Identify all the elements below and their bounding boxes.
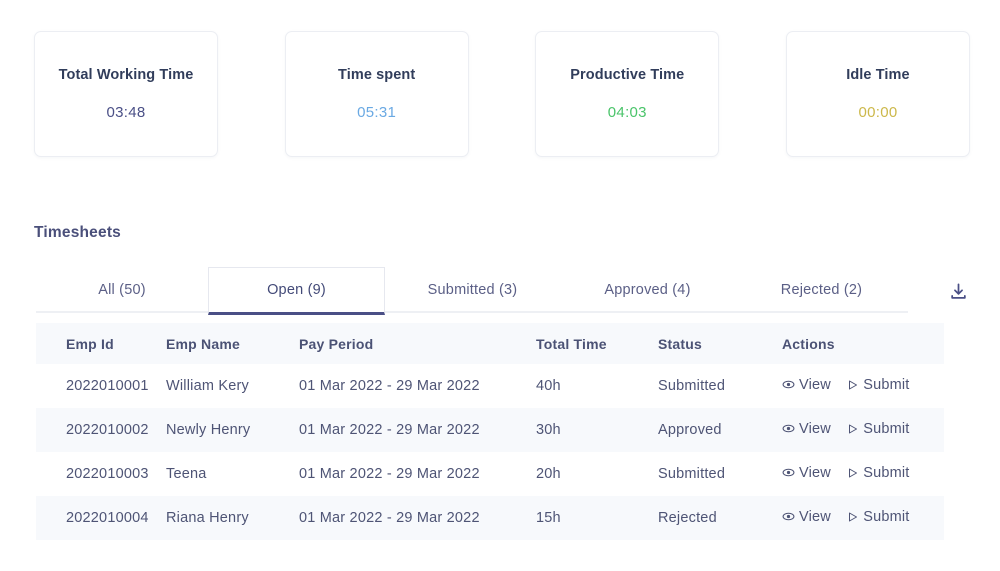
stat-card-title: Total Working Time: [58, 67, 194, 84]
download-icon: [950, 283, 966, 299]
submit-label: Submit: [863, 465, 910, 482]
submit-button[interactable]: Submit: [846, 509, 909, 525]
timesheet-dashboard: Total Working Time 03:48 Time spent 05:3…: [0, 0, 1000, 571]
tab-approved[interactable]: Approved (4): [560, 267, 735, 313]
cell-status: Rejected: [658, 510, 717, 526]
cell-status: Approved: [658, 422, 722, 438]
stat-card-value: 00:00: [858, 103, 898, 121]
cell-total-time: 30h: [536, 422, 561, 438]
tab-submitted[interactable]: Submitted (3): [385, 267, 560, 313]
table-row[interactable]: 2022010004 Riana Henry 01 Mar 2022 - 29 …: [36, 496, 944, 540]
cell-status: Submitted: [658, 466, 726, 482]
stat-card-productive-time: Productive Time 04:03: [535, 31, 720, 157]
cell-actions: View Submit: [782, 408, 944, 452]
cell-emp-id: 2022010004: [66, 510, 149, 526]
tab-all[interactable]: All (50): [36, 267, 208, 313]
tab-label: Open (9): [267, 282, 326, 298]
stat-card-title: Idle Time: [846, 67, 910, 84]
cell-emp-id: 2022010002: [66, 422, 149, 438]
cell-actions: View Submit: [782, 452, 944, 496]
cell-pay-period: 01 Mar 2022 - 29 Mar 2022: [299, 510, 480, 526]
timesheets-table: Emp Id Emp Name Pay Period Total Time St…: [36, 323, 944, 540]
send-icon: [846, 379, 859, 392]
tab-label: All (50): [98, 282, 146, 298]
tab-list: All (50) Open (9) Submitted (3) Approved…: [36, 267, 908, 315]
column-header-pay-period: Pay Period: [299, 335, 374, 352]
tab-label: Approved (4): [604, 282, 691, 298]
send-icon: [846, 511, 859, 524]
stat-card-value: 05:31: [357, 103, 397, 121]
view-button[interactable]: View: [782, 421, 831, 437]
tab-label: Submitted (3): [427, 282, 518, 298]
send-icon: [846, 467, 859, 480]
stat-card-idle-time: Idle Time 00:00: [785, 31, 970, 157]
cell-total-time: 40h: [536, 378, 561, 394]
stat-card-value: 04:03: [607, 103, 647, 121]
column-header-total-time: Total Time: [536, 335, 607, 352]
view-button[interactable]: View: [782, 377, 831, 393]
tab-bar: All (50) Open (9) Submitted (3) Approved…: [36, 267, 908, 315]
table-row[interactable]: 2022010003 Teena 01 Mar 2022 - 29 Mar 20…: [36, 452, 944, 496]
view-label: View: [799, 464, 831, 481]
submit-label: Submit: [863, 377, 910, 394]
eye-icon: [782, 510, 795, 523]
tab-rejected[interactable]: Rejected (2): [735, 267, 908, 313]
stat-card-value: 03:48: [106, 103, 146, 121]
send-icon: [846, 423, 859, 436]
cell-pay-period: 01 Mar 2022 - 29 Mar 2022: [299, 378, 480, 394]
submit-label: Submit: [863, 509, 910, 526]
cell-total-time: 20h: [536, 466, 561, 482]
page-title: Timesheets: [34, 224, 122, 241]
cell-emp-name: Riana Henry: [166, 510, 249, 526]
cell-actions: View Submit: [782, 364, 944, 408]
column-header-actions: Actions: [782, 335, 835, 352]
tab-open[interactable]: Open (9): [208, 267, 385, 315]
view-button[interactable]: View: [782, 509, 831, 525]
table-row[interactable]: 2022010002 Newly Henry 01 Mar 2022 - 29 …: [36, 408, 944, 452]
tab-label: Rejected (2): [780, 282, 863, 298]
submit-button[interactable]: Submit: [846, 421, 909, 437]
column-header-emp-name: Emp Name: [166, 335, 240, 352]
stat-card-title: Time spent: [338, 67, 416, 84]
table-header: Emp Id Emp Name Pay Period Total Time St…: [36, 323, 944, 364]
view-button[interactable]: View: [782, 465, 831, 481]
cell-total-time: 15h: [536, 510, 561, 526]
view-label: View: [799, 508, 831, 525]
cell-status: Submitted: [658, 378, 726, 394]
view-label: View: [799, 376, 831, 393]
column-header-status: Status: [658, 335, 702, 352]
eye-icon: [782, 422, 795, 435]
cell-emp-name: William Kery: [166, 378, 249, 394]
download-button[interactable]: [944, 277, 972, 305]
cell-actions: View Submit: [782, 496, 944, 540]
cell-emp-id: 2022010003: [66, 466, 149, 482]
eye-icon: [782, 466, 795, 479]
submit-label: Submit: [863, 421, 910, 438]
stat-card-total-working-time: Total Working Time 03:48: [34, 31, 218, 157]
cell-emp-name: Newly Henry: [166, 422, 251, 438]
cell-emp-id: 2022010001: [66, 378, 149, 394]
submit-button[interactable]: Submit: [846, 377, 909, 393]
table-body: 2022010001 William Kery 01 Mar 2022 - 29…: [36, 364, 944, 540]
stat-card-row: Total Working Time 03:48 Time spent 05:3…: [34, 31, 970, 157]
eye-icon: [782, 378, 795, 391]
table-row[interactable]: 2022010001 William Kery 01 Mar 2022 - 29…: [36, 364, 944, 408]
column-header-emp-id: Emp Id: [66, 335, 114, 352]
view-label: View: [799, 420, 831, 437]
stat-card-time-spent: Time spent 05:31: [284, 31, 469, 157]
table-header-row: Emp Id Emp Name Pay Period Total Time St…: [36, 323, 944, 364]
stat-card-title: Productive Time: [570, 67, 685, 84]
cell-emp-name: Teena: [166, 466, 207, 482]
cell-pay-period: 01 Mar 2022 - 29 Mar 2022: [299, 422, 480, 438]
submit-button[interactable]: Submit: [846, 465, 909, 481]
cell-pay-period: 01 Mar 2022 - 29 Mar 2022: [299, 466, 480, 482]
